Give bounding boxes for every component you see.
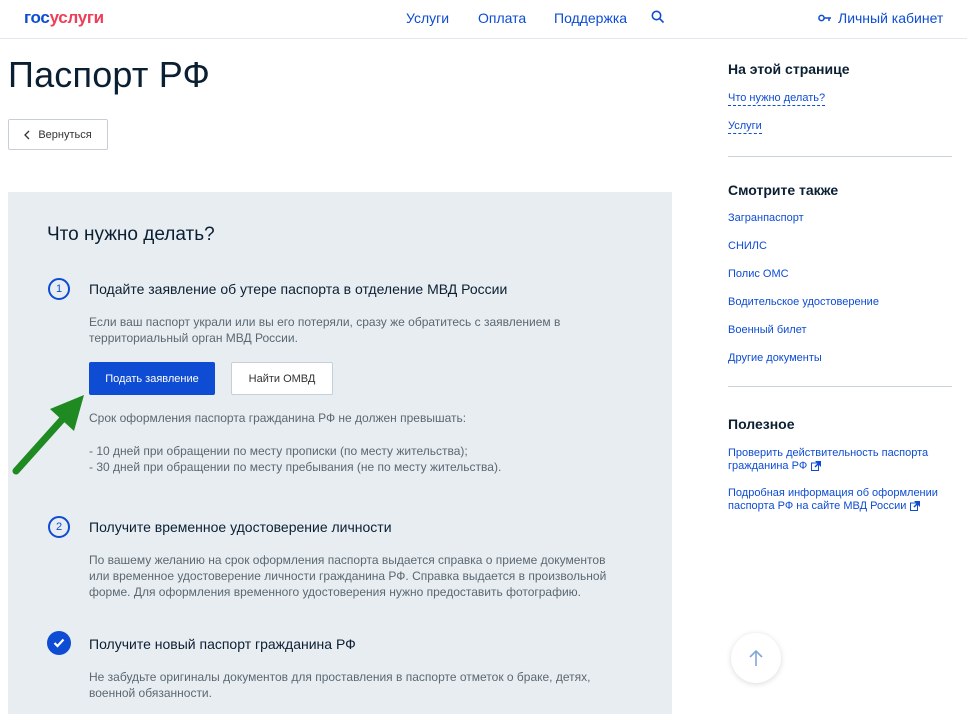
step-1-number: 1 [48,278,70,300]
nav-services[interactable]: Услуги [406,10,449,26]
useful-link-check-passport[interactable]: Проверить действительность паспорта граж… [728,447,928,473]
search-icon[interactable] [651,10,667,26]
nav-support[interactable]: Поддержка [554,10,627,26]
submit-application-button[interactable]: Подать заявление [89,362,215,395]
personal-cabinet-link[interactable]: Личный кабинет [818,10,943,26]
logo-part-2: услуги [49,8,105,27]
site-header: госуслуги Услуги Оплата Поддержка Личный… [0,0,967,39]
see-also-heading: Смотрите также [728,182,839,198]
deadline-line-2: - 30 дней при обращении по месту пребыва… [89,460,502,474]
scroll-to-top-button[interactable] [731,633,781,683]
see-also-link-snils[interactable]: СНИЛС [728,240,767,253]
step-2-text: По вашему желанию на срок оформления пас… [89,553,607,599]
gosuslugi-logo[interactable]: госуслуги [24,8,104,28]
deadline-intro: Срок оформления паспорта гражданина РФ н… [89,411,467,425]
step-2-number: 2 [48,516,70,538]
back-button[interactable]: Вернуться [8,119,108,150]
useful-link-mvd-info-line1: Подробная информация об оформлении [728,487,938,499]
arrow-up-icon [749,649,763,666]
external-link-icon [811,461,822,472]
sidebar-divider [728,156,952,157]
see-also-link-oms[interactable]: Полис ОМС [728,268,789,281]
chevron-left-icon [24,130,30,139]
on-page-link-services[interactable]: Услуги [728,120,762,134]
see-also-link-driver-license[interactable]: Водительское удостоверение [728,296,879,309]
see-also-link-zagranpasport[interactable]: Загранпаспорт [728,212,804,225]
page-title: Паспорт РФ [8,54,211,95]
section-title: Что нужно делать? [47,224,215,245]
sidebar-divider [728,386,952,387]
see-also-link-military-id[interactable]: Военный билет [728,324,806,337]
external-link-icon [910,501,921,512]
annotation-arrow [12,395,84,475]
useful-link-check-passport-line1: Проверить действительность паспорта [728,447,929,459]
useful-link-mvd-info-line2: паспорта РФ на сайте МВД России [728,500,907,512]
cabinet-label: Личный кабинет [838,10,944,26]
useful-link-check-passport-line2: гражданина РФ [728,460,808,472]
on-page-link-what-to-do[interactable]: Что нужно делать? [728,92,826,106]
logo-part-1: гос [24,8,50,27]
step-2-title: Получите временное удостоверение личност… [89,519,392,535]
back-label: Вернуться [38,128,92,141]
find-omvd-button[interactable]: Найти ОМВД [231,362,333,395]
useful-heading: Полезное [728,416,795,432]
step-3-title: Получите новый паспорт гражданина РФ [89,636,356,652]
step-1-title: Подайте заявление об утере паспорта в от… [89,281,508,297]
check-icon [47,631,71,655]
see-also-link-other-docs[interactable]: Другие документы [728,352,822,365]
on-page-heading: На этой странице [728,61,850,77]
nav-payment[interactable]: Оплата [478,10,526,26]
step-3-text: Не забудьте оригиналы документов для про… [89,670,591,700]
step-1-text: Если ваш паспорт украли или вы его потер… [89,315,561,345]
deadline-line-1: - 10 дней при обращении по месту прописк… [89,444,468,458]
useful-link-mvd-info[interactable]: Подробная информация об оформлении паспо… [728,487,938,513]
key-icon [818,14,831,22]
